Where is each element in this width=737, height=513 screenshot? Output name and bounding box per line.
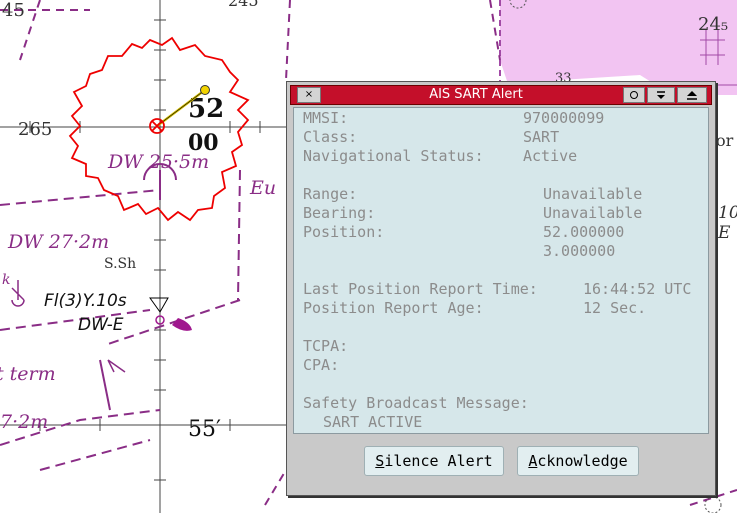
report-age-label: Position Report Age: bbox=[303, 299, 484, 317]
position-longitude: 3.000000 bbox=[543, 242, 616, 260]
class-label: Class: bbox=[303, 128, 358, 146]
chart-label-e: E bbox=[717, 223, 731, 243]
depth-label-7-2: 7·2m bbox=[0, 411, 48, 433]
bearing-label: Bearing: bbox=[303, 204, 376, 222]
range-label: Range: bbox=[303, 185, 358, 203]
minimize-window-button[interactable] bbox=[623, 87, 645, 103]
circle-icon bbox=[630, 91, 638, 99]
last-report-value: 16:44:52 UTC bbox=[583, 280, 692, 298]
chart-label-or: or bbox=[716, 131, 734, 150]
chart-label-10: 10 bbox=[718, 203, 737, 223]
dialog-titlebar[interactable]: × AIS SART Alert bbox=[290, 85, 712, 105]
last-report-label: Last Position Report Time: bbox=[303, 280, 538, 298]
light-characteristic-label: Fl(3)Y.10s bbox=[44, 291, 127, 311]
buoy-name-label: DW-E bbox=[78, 315, 124, 335]
chevron-down-icon bbox=[657, 91, 665, 99]
alert-details-panel: MMSI: 970000099 Class: SART Navigational… bbox=[293, 107, 709, 434]
report-age-value: 12 Sec. bbox=[583, 299, 647, 317]
acknowledge-button[interactable]: Acknowledge bbox=[517, 446, 639, 476]
bearing-value: Unavailable bbox=[543, 204, 643, 222]
silence-alert-button[interactable]: Silence Alert bbox=[364, 446, 504, 476]
maximize-window-button[interactable] bbox=[677, 87, 707, 103]
latitude-minutes-55: 55′ bbox=[188, 417, 221, 442]
tcpa-label: TCPA: bbox=[303, 337, 349, 355]
sart-vector-end-icon bbox=[200, 85, 210, 95]
close-window-button[interactable]: × bbox=[297, 87, 321, 103]
class-value: SART bbox=[523, 128, 560, 146]
mmsi-label: MMSI: bbox=[303, 109, 349, 127]
chart-label-245: 245 bbox=[228, 0, 259, 10]
mmsi-value: 970000099 bbox=[523, 109, 605, 127]
roll-down-window-button[interactable] bbox=[647, 87, 675, 103]
dialog-title: AIS SART Alert bbox=[429, 87, 523, 102]
chart-label-k: k bbox=[2, 272, 10, 288]
cpa-label: CPA: bbox=[303, 356, 340, 374]
chart-label-term: t term bbox=[0, 363, 56, 385]
chart-label-45: 45 bbox=[2, 0, 25, 21]
chart-label-24-5: 24₅ bbox=[698, 14, 728, 35]
position-latitude: 52.000000 bbox=[543, 223, 625, 241]
depth-label-dw-27: DW 27·2m bbox=[7, 231, 109, 253]
nav-status-label: Navigational Status: bbox=[303, 147, 484, 165]
sart-target-icon[interactable] bbox=[149, 118, 165, 134]
ais-sart-alert-dialog: × AIS SART Alert MMSI: 970000099 Class: … bbox=[286, 81, 716, 496]
eject-icon bbox=[687, 91, 697, 100]
safety-message-label: Safety Broadcast Message: bbox=[303, 394, 529, 412]
position-label: Position: bbox=[303, 223, 385, 241]
depth-label-dw-25: DW 25·5m bbox=[107, 151, 209, 173]
range-value: Unavailable bbox=[543, 185, 643, 203]
safety-message-value: SART ACTIVE bbox=[323, 413, 423, 431]
chart-label-265: 265 bbox=[18, 119, 52, 140]
chart-label-eu: Eu bbox=[249, 177, 276, 199]
chart-label-s-sh: S.Sh bbox=[104, 256, 136, 272]
nav-status-value: Active bbox=[523, 147, 578, 165]
